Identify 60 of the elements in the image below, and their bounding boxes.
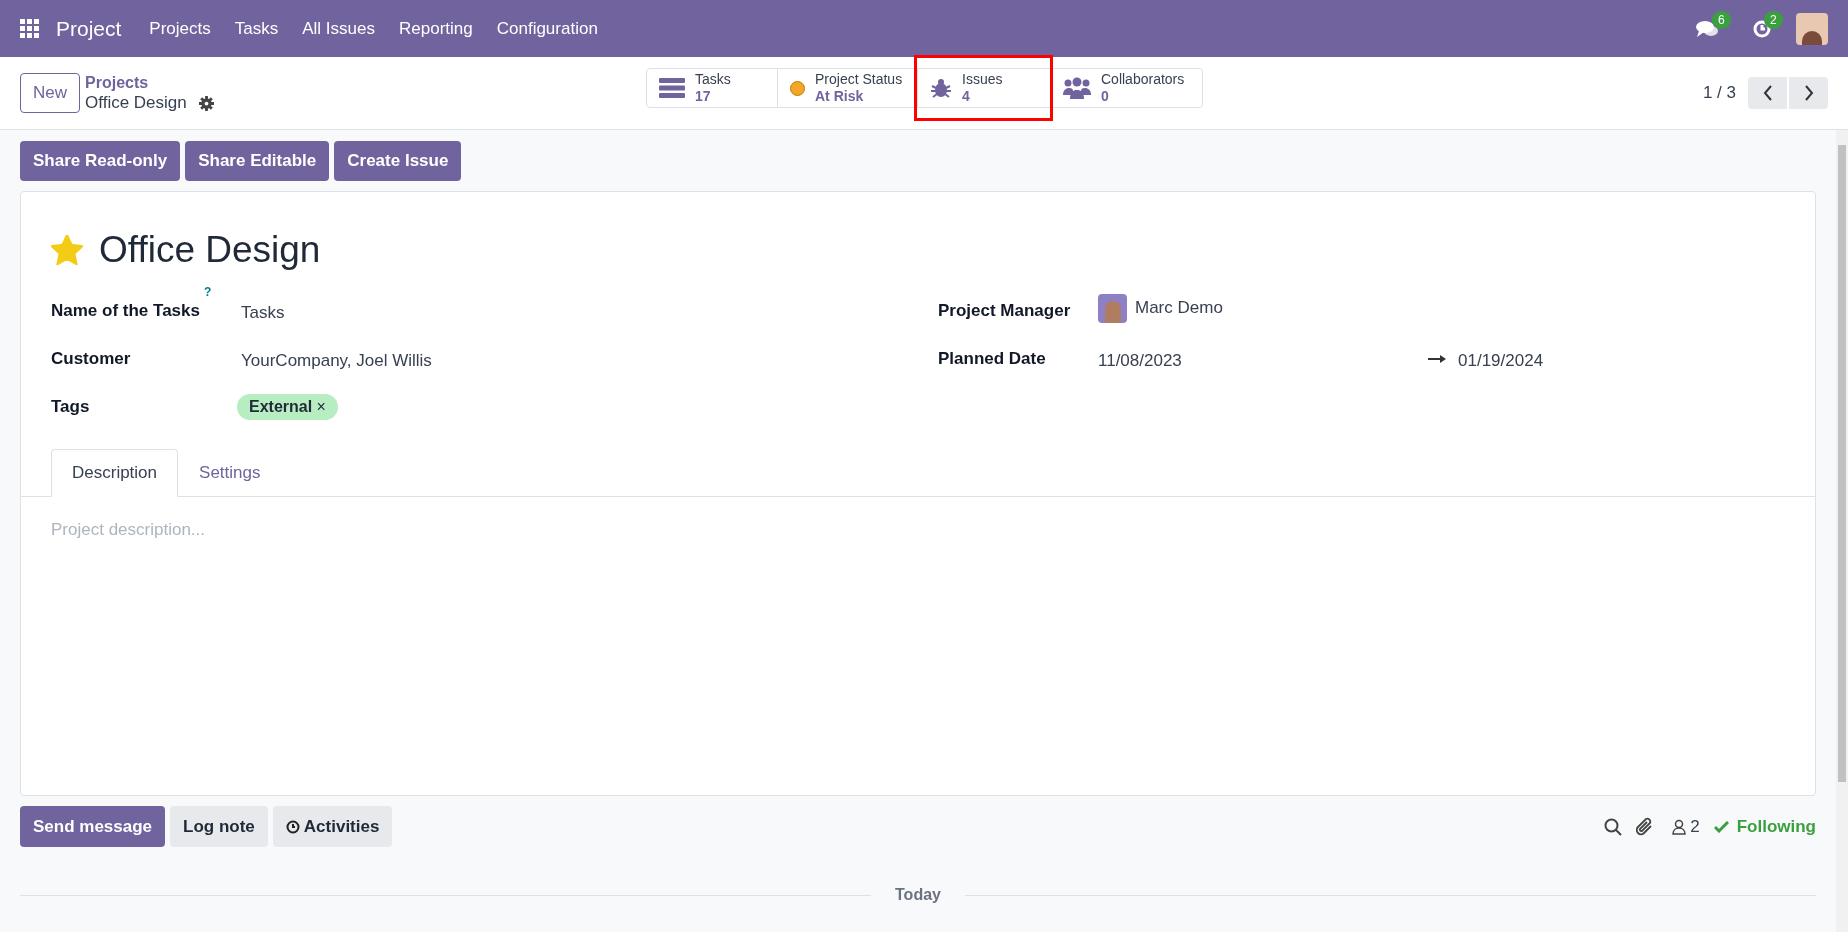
chatter-button[interactable]: Log note bbox=[170, 806, 268, 847]
field-value[interactable]: Tasks bbox=[241, 297, 285, 325]
bug-icon bbox=[930, 77, 952, 99]
star-icon[interactable] bbox=[51, 234, 83, 265]
end-date[interactable]: 01/19/2024 bbox=[1458, 345, 1544, 373]
action-button[interactable]: Share Read-only bbox=[20, 141, 181, 181]
check-icon bbox=[1713, 820, 1729, 833]
clock-icon[interactable] bbox=[1752, 18, 1772, 39]
record-title: Office Design bbox=[99, 228, 321, 272]
next-button[interactable] bbox=[1789, 77, 1828, 109]
users-icon bbox=[1063, 77, 1091, 99]
chevron-right-icon bbox=[1803, 85, 1814, 101]
menu-item[interactable]: All Issues bbox=[290, 15, 387, 42]
apps-menu-icon[interactable] bbox=[20, 18, 40, 39]
date-separator: Today bbox=[894, 885, 942, 905]
tab[interactable]: Description bbox=[51, 448, 179, 497]
field-label: Planned Date bbox=[938, 347, 1046, 370]
field-label: Name of the Tasks bbox=[51, 299, 200, 322]
search-icon[interactable] bbox=[1604, 817, 1623, 836]
activity-count-badge: 2 bbox=[1764, 10, 1783, 29]
new-button[interactable]: New bbox=[20, 73, 80, 113]
message-count-badge: 6 bbox=[1712, 10, 1731, 29]
breadcrumb-link[interactable]: Projects bbox=[85, 73, 214, 93]
tag-badge: External × bbox=[237, 393, 338, 420]
chevron-left-icon bbox=[1762, 85, 1773, 101]
following-button[interactable]: Following bbox=[1713, 813, 1816, 840]
field-label: Customer bbox=[51, 347, 131, 370]
action-button[interactable]: Create Issue bbox=[334, 141, 462, 181]
paperclip-icon[interactable] bbox=[1636, 816, 1655, 837]
breadcrumb-current: Office Design bbox=[85, 93, 187, 113]
menu-item[interactable]: Reporting bbox=[387, 15, 485, 42]
pager-value: 1 / 3 bbox=[1702, 82, 1736, 105]
action-button[interactable]: Share Editable bbox=[185, 141, 330, 181]
menu-item[interactable]: Configuration bbox=[484, 15, 610, 42]
stat-button[interactable]: Project Status At Risk bbox=[777, 69, 917, 107]
chatter-button[interactable]: Send message bbox=[20, 806, 166, 847]
stacked-bars-icon bbox=[659, 78, 685, 98]
followers-button[interactable]: 2 bbox=[1672, 813, 1700, 840]
field-label: Tags bbox=[51, 395, 90, 418]
stat-button[interactable]: Collaborators 0 bbox=[1050, 69, 1202, 107]
field-value[interactable]: YourCompany, Joel Willis bbox=[241, 345, 432, 373]
gear-icon[interactable] bbox=[198, 95, 214, 111]
tab[interactable]: Settings bbox=[178, 448, 282, 497]
start-date[interactable]: 11/08/2023 bbox=[1098, 345, 1428, 373]
user-avatar[interactable] bbox=[1796, 12, 1828, 45]
clock-icon bbox=[285, 819, 300, 834]
previous-button[interactable] bbox=[1748, 77, 1787, 109]
menu-item[interactable]: Tasks bbox=[222, 15, 291, 42]
remove-tag-button[interactable]: × bbox=[316, 397, 326, 415]
person-icon bbox=[1672, 818, 1687, 835]
user-avatar bbox=[1098, 293, 1127, 323]
field-value[interactable]: Marc Demo bbox=[1135, 295, 1223, 321]
chatter-button[interactable]: Activities bbox=[272, 806, 393, 847]
menu-item[interactable]: Projects bbox=[137, 15, 223, 42]
arrow-right-icon bbox=[1428, 354, 1446, 365]
stat-button[interactable]: Issues 4 bbox=[917, 69, 1050, 107]
stat-button[interactable]: Tasks 17 bbox=[647, 69, 777, 107]
app-name[interactable]: Project bbox=[56, 12, 122, 45]
chat-icon[interactable] bbox=[1696, 18, 1720, 39]
field-label: Project Manager bbox=[938, 299, 1071, 322]
